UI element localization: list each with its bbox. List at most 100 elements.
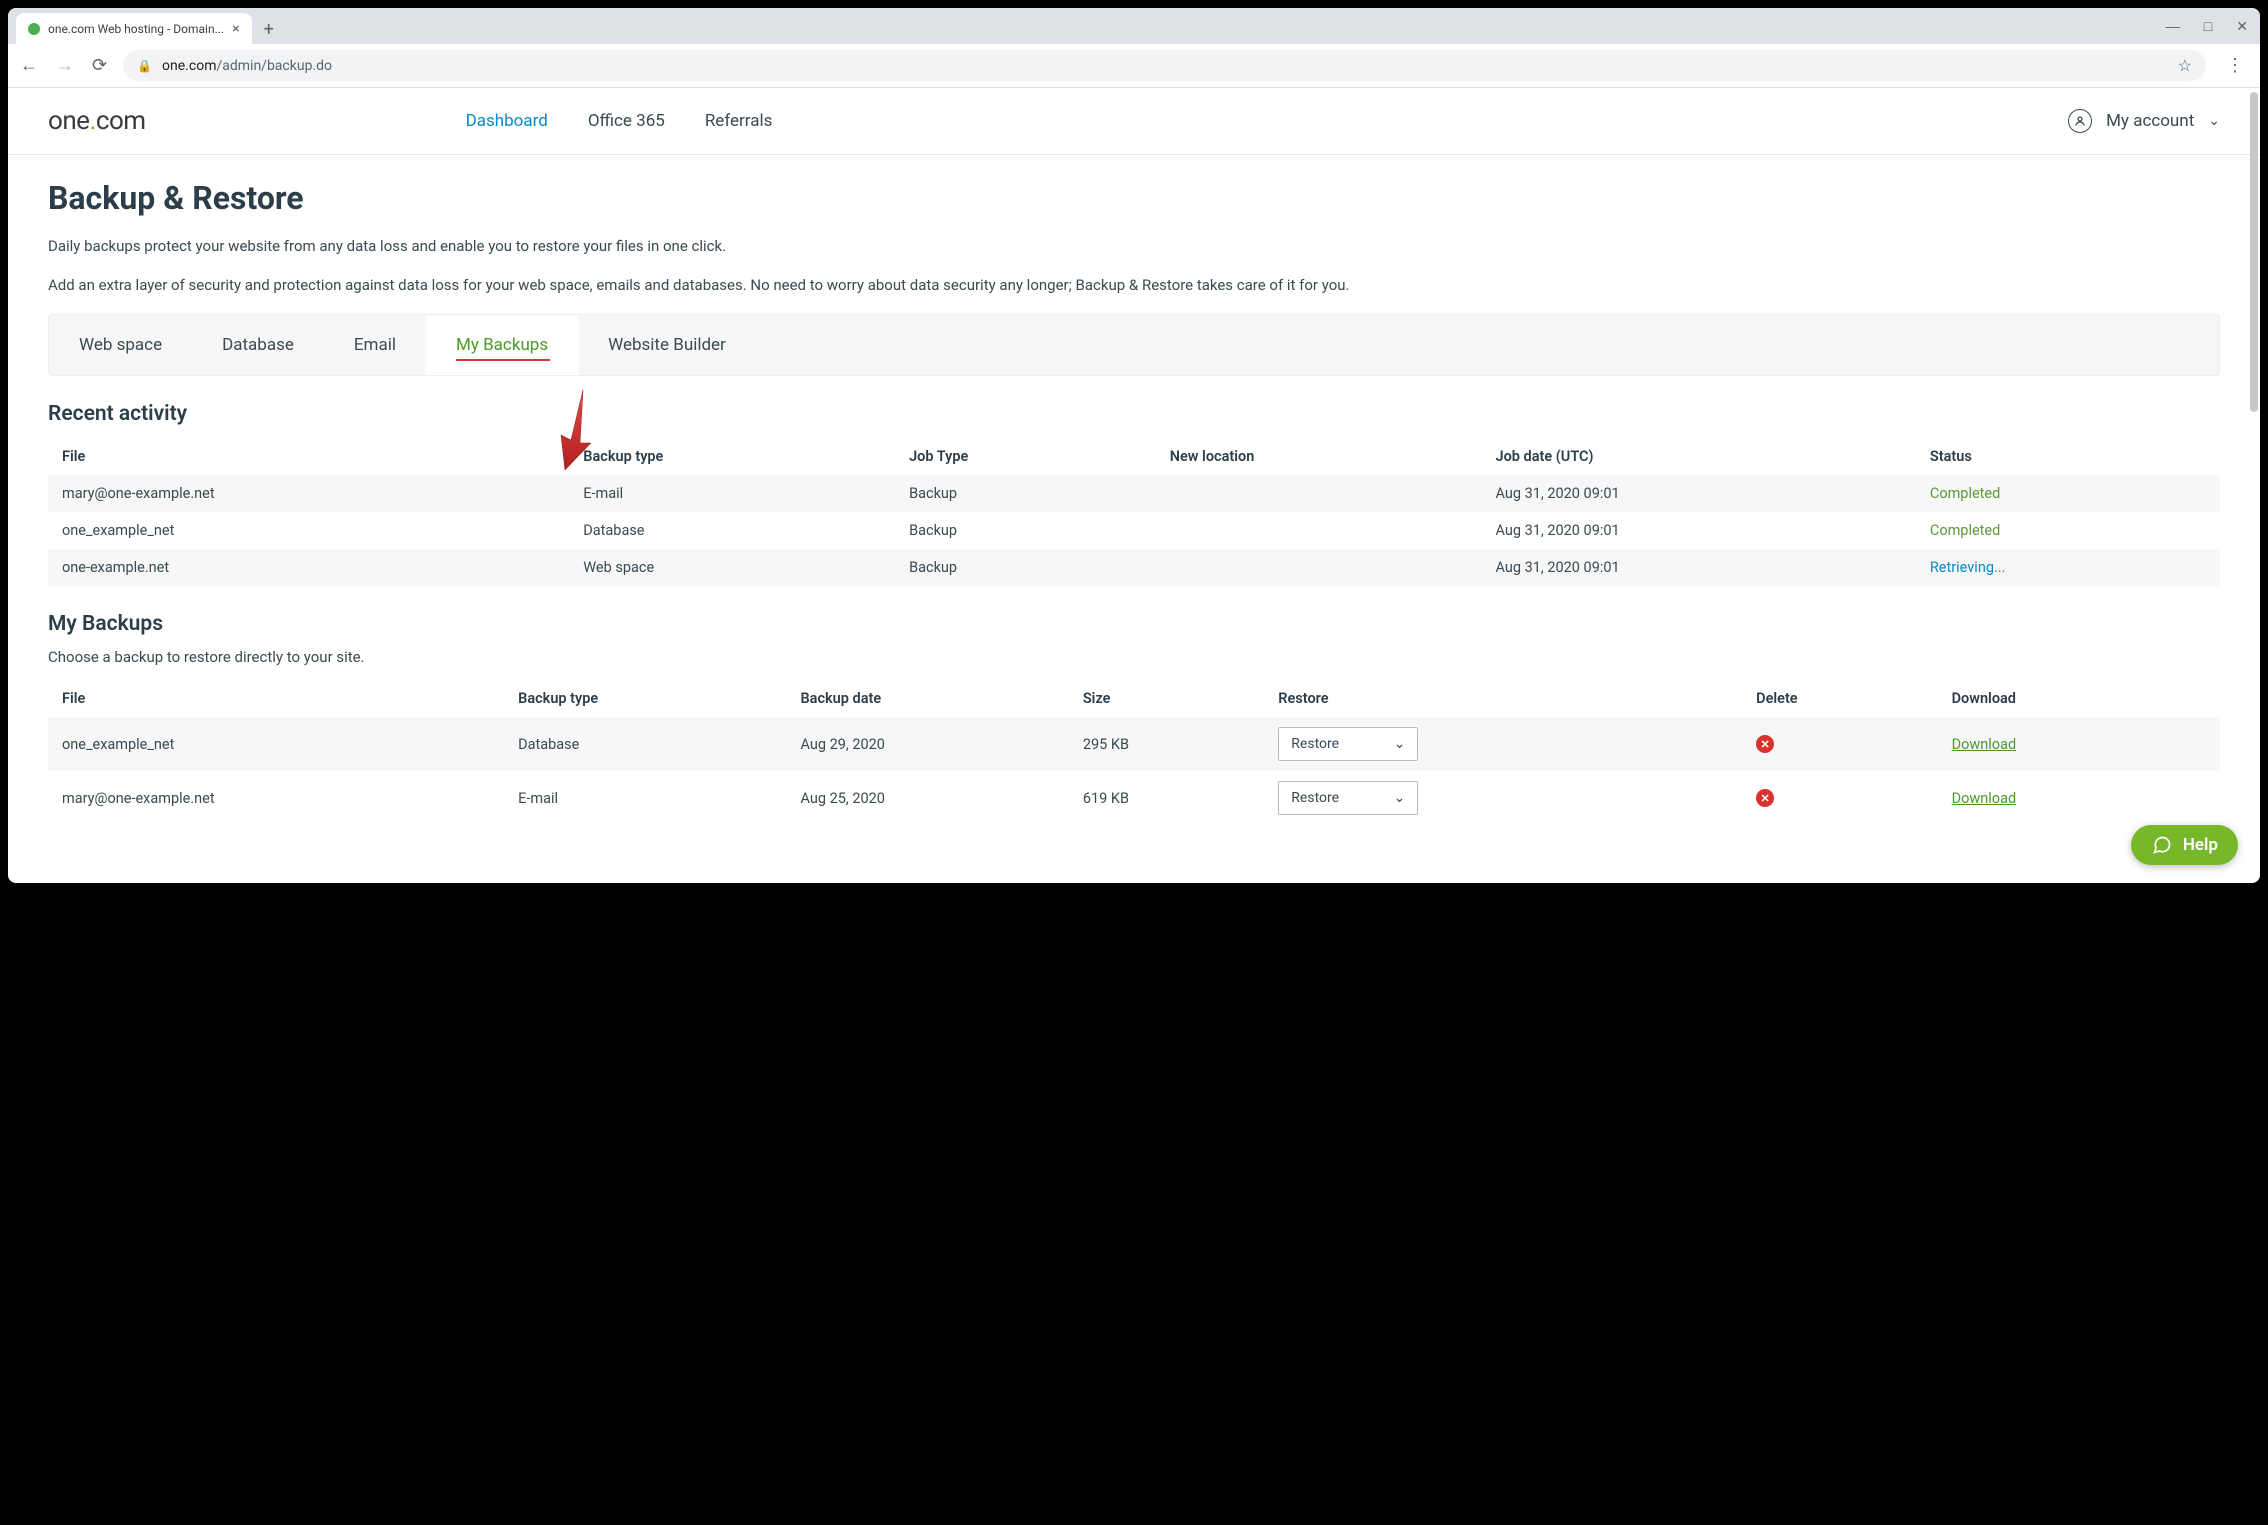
forward-button[interactable]: → [54, 53, 76, 78]
col-status: Status [1916, 438, 2220, 475]
cell-new-location [1156, 549, 1482, 586]
recent-activity-heading: Recent activity [48, 402, 2220, 426]
lock-icon: 🔒 [137, 59, 152, 73]
nav-office365[interactable]: Office 365 [588, 111, 665, 131]
recent-activity-table: File Backup type Job Type New location J… [48, 438, 2220, 586]
address-bar: ← → ⟳ 🔒 one.com/admin/backup.do ☆ ⋮ [8, 44, 2260, 88]
cell-file: one_example_net [48, 717, 504, 771]
delete-button[interactable]: ✕ [1756, 789, 1774, 807]
nav-dashboard[interactable]: Dashboard [466, 111, 548, 131]
cell-backup-date: Aug 25, 2020 [786, 771, 1068, 825]
close-tab-icon[interactable]: × [232, 21, 239, 37]
cell-size: 295 KB [1069, 717, 1264, 771]
browser-tab[interactable]: one.com Web hosting - Domain... × [16, 13, 252, 45]
restore-dropdown[interactable]: Restore⌄ [1278, 727, 1418, 761]
table-row: one_example_netDatabaseAug 29, 2020295 K… [48, 717, 2220, 771]
cell-backup-type: E-mail [504, 771, 786, 825]
cell-backup-date: Aug 29, 2020 [786, 717, 1068, 771]
browser-chrome: one.com Web hosting - Domain... × + — □ … [8, 8, 2260, 88]
favicon-icon [28, 23, 40, 35]
minimize-button[interactable]: — [2166, 18, 2180, 35]
my-backups-table: File Backup type Backup date Size Restor… [48, 680, 2220, 825]
nav-referrals[interactable]: Referrals [705, 111, 773, 131]
tab-mybackups[interactable]: My Backups [426, 315, 578, 375]
my-backups-sub: Choose a backup to restore directly to y… [48, 648, 2220, 666]
cell-file: mary@one-example.net [48, 771, 504, 825]
cell-download: Download [1938, 717, 2220, 771]
tab-webspace[interactable]: Web space [49, 315, 192, 375]
page-title: Backup & Restore [48, 179, 2220, 217]
new-tab-button[interactable]: + [260, 19, 278, 40]
cell-job-type: Backup [895, 549, 1156, 586]
site-logo[interactable]: one.com [48, 106, 146, 136]
cell-job-date: Aug 31, 2020 09:01 [1481, 549, 1915, 586]
help-button[interactable]: Help [2131, 825, 2238, 865]
tab-email[interactable]: Email [324, 315, 426, 375]
cell-status: Completed [1916, 475, 2220, 512]
tab-database[interactable]: Database [192, 315, 324, 375]
page-content: Backup & Restore Daily backups protect y… [8, 155, 2260, 849]
site-header: one.com Dashboard Office 365 Referrals M… [8, 88, 2260, 155]
cell-backup-type: Database [504, 717, 786, 771]
url-field[interactable]: 🔒 one.com/admin/backup.do ☆ [123, 50, 2206, 81]
account-menu[interactable]: My account ⌄ [2068, 109, 2220, 133]
tab-title: one.com Web hosting - Domain... [48, 22, 224, 36]
url-text: one.com/admin/backup.do [162, 58, 2168, 74]
cell-delete: ✕ [1742, 717, 1937, 771]
maximize-button[interactable]: □ [2204, 18, 2212, 35]
cell-backup-type: Web space [569, 549, 895, 586]
cell-backup-type: E-mail [569, 475, 895, 512]
table-row: one-example.netWeb spaceBackup Aug 31, 20… [48, 549, 2220, 586]
cell-file: one_example_net [48, 512, 569, 549]
cell-job-type: Backup [895, 512, 1156, 549]
restore-dropdown[interactable]: Restore⌄ [1278, 781, 1418, 815]
scrollbar[interactable] [2246, 88, 2260, 883]
chevron-down-icon: ⌄ [2208, 113, 2220, 129]
chat-icon [2151, 835, 2173, 855]
cell-file: one-example.net [48, 549, 569, 586]
browser-window: one.com Web hosting - Domain... × + — □ … [8, 8, 2260, 883]
browser-menu-button[interactable]: ⋮ [2220, 64, 2250, 68]
col-size: Size [1069, 680, 1264, 717]
col-download: Download [1938, 680, 2220, 717]
table-row: one_example_netDatabaseBackup Aug 31, 202… [48, 512, 2220, 549]
col-restore: Restore [1264, 680, 1742, 717]
col-delete: Delete [1742, 680, 1937, 717]
close-window-button[interactable]: ✕ [2236, 18, 2248, 35]
cell-status: Completed [1916, 512, 2220, 549]
col-backup-type: Backup type [569, 438, 895, 475]
page-viewport: one.com Dashboard Office 365 Referrals M… [8, 88, 2260, 883]
help-label: Help [2183, 835, 2218, 855]
chevron-down-icon: ⌄ [1394, 790, 1406, 806]
description-line-1: Daily backups protect your website from … [48, 235, 2220, 258]
window-controls: — □ ✕ [2166, 18, 2248, 35]
cell-download: Download [1938, 771, 2220, 825]
col-backup-type: Backup type [504, 680, 786, 717]
delete-button[interactable]: ✕ [1756, 735, 1774, 753]
top-nav: Dashboard Office 365 Referrals [466, 111, 773, 131]
download-link[interactable]: Download [1952, 736, 2017, 753]
cell-restore: Restore⌄ [1264, 771, 1742, 825]
tab-bar: one.com Web hosting - Domain... × + — □ … [8, 8, 2260, 44]
scrollbar-thumb[interactable] [2250, 92, 2258, 412]
col-new-location: New location [1156, 438, 1482, 475]
download-link[interactable]: Download [1952, 790, 2017, 807]
cell-job-date: Aug 31, 2020 09:01 [1481, 475, 1915, 512]
cell-delete: ✕ [1742, 771, 1937, 825]
user-icon [2068, 109, 2092, 133]
my-backups-heading: My Backups [48, 612, 2220, 636]
col-job-type: Job Type [895, 438, 1156, 475]
cell-size: 619 KB [1069, 771, 1264, 825]
description-line-2: Add an extra layer of security and prote… [48, 274, 2220, 297]
cell-job-date: Aug 31, 2020 09:01 [1481, 512, 1915, 549]
tab-websitebuilder[interactable]: Website Builder [578, 315, 756, 375]
cell-file: mary@one-example.net [48, 475, 569, 512]
account-label: My account [2106, 111, 2194, 131]
category-tabs: Web space Database Email My Backups Webs… [48, 314, 2220, 376]
back-button[interactable]: ← [18, 53, 40, 78]
cell-new-location [1156, 475, 1482, 512]
reload-button[interactable]: ⟳ [90, 53, 109, 78]
cell-backup-type: Database [569, 512, 895, 549]
cell-job-type: Backup [895, 475, 1156, 512]
bookmark-star-icon[interactable]: ☆ [2178, 56, 2192, 75]
